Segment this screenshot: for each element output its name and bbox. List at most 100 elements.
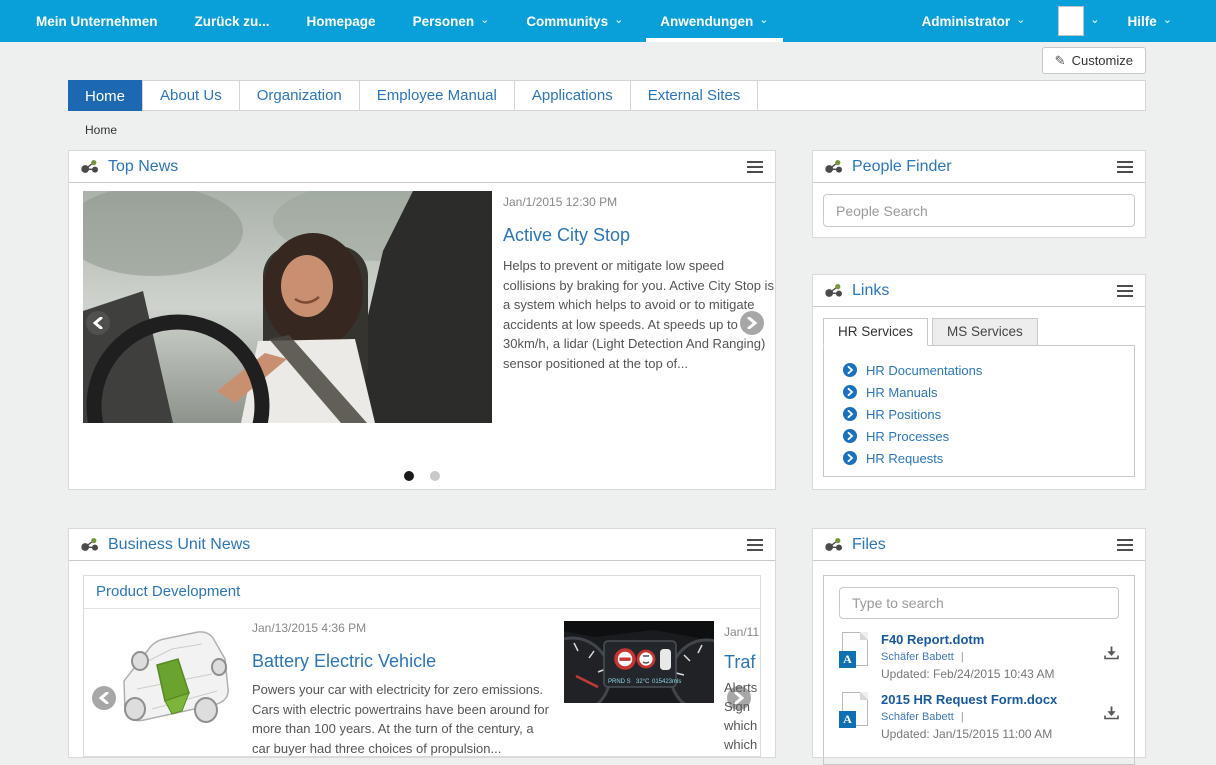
tab-about-us[interactable]: About Us <box>143 81 240 110</box>
tab-home[interactable]: Home <box>68 80 143 111</box>
portlet-title: Business Unit News <box>108 536 250 554</box>
article-title-link[interactable]: Traf <box>724 653 761 672</box>
link-hr-processes[interactable]: HR Processes <box>843 425 1134 447</box>
nav-item-communitys[interactable]: Communitys⌄ <box>526 0 623 42</box>
document-file-icon: A <box>839 632 869 668</box>
file-author-link[interactable]: Schäfer Babett <box>881 651 954 663</box>
hamburger-icon <box>747 539 763 551</box>
hamburger-icon <box>1117 539 1133 551</box>
link-hr-requests[interactable]: HR Requests <box>843 447 1134 469</box>
portlet-title: People Finder <box>852 158 952 176</box>
site-tab-bar: Home About Us Organization Employee Manu… <box>68 80 1146 111</box>
links-tab-bar: HR Services MS Services <box>823 318 1135 346</box>
top-news-carousel: Jan/1/2015 12:30 PM Active City Stop Hel… <box>69 183 775 489</box>
business-article-1: Jan/13/2015 4:36 PM Battery Electric Veh… <box>252 621 552 757</box>
link-hr-documentations[interactable]: HR Documentations <box>843 359 1134 381</box>
portlet-menu-button[interactable] <box>747 539 763 551</box>
top-news-header: Top News <box>69 151 775 183</box>
user-menu: ⌄ <box>1058 6 1099 36</box>
share-network-icon <box>825 537 842 552</box>
article-title-link[interactable]: Battery Electric Vehicle <box>252 651 552 672</box>
portlet-people-finder: People Finder <box>812 150 1146 238</box>
chevron-down-icon: ⌄ <box>1163 13 1172 26</box>
chevron-down-icon: ⌄ <box>1090 13 1099 26</box>
file-name-link[interactable]: 2015 HR Request Form.docx <box>881 692 1104 707</box>
carousel-prev-button[interactable] <box>86 311 110 335</box>
chevron-left-icon <box>99 692 109 704</box>
nav-item-mein-unternehmen[interactable]: Mein Unternehmen <box>36 0 158 42</box>
pencil-icon: ✎ <box>1055 53 1066 69</box>
files-search-input[interactable] <box>839 587 1119 619</box>
links-header: Links <box>813 275 1145 307</box>
file-type-letter: A <box>839 651 856 668</box>
portlet-links: Links HR Services MS Services HR Documen… <box>812 274 1146 490</box>
circle-arrow-icon <box>843 407 857 421</box>
news-photo-dashboard: PRND S 32°C 015423mls <box>564 621 714 703</box>
carousel-dot-2[interactable] <box>430 471 440 481</box>
nav-right-group: Administrator⌄ ⌄ Hilfe⌄ <box>922 0 1172 42</box>
hamburger-icon <box>1117 161 1133 173</box>
nav-item-zurueck-zu[interactable]: Zurück zu... <box>195 0 270 42</box>
people-search-input[interactable] <box>823 194 1135 227</box>
tab-ms-services[interactable]: MS Services <box>932 318 1038 346</box>
article-body-line: which <box>724 735 761 754</box>
separator: | <box>961 651 964 663</box>
portlet-top-news: Top News <box>68 150 776 490</box>
top-navigation-bar: Mein Unternehmen Zurück zu... Homepage P… <box>0 0 1216 42</box>
carousel-prev-button[interactable] <box>92 686 116 710</box>
chevron-right-icon <box>747 317 757 329</box>
nav-item-homepage[interactable]: Homepage <box>307 0 376 42</box>
download-icon <box>1104 706 1119 720</box>
dashboard-illustration: PRND S 32°C 015423mls <box>564 621 714 703</box>
article-body: Powers your car with electricity for zer… <box>252 680 552 757</box>
tab-organization[interactable]: Organization <box>240 81 360 110</box>
portlet-menu-button[interactable] <box>1117 285 1133 297</box>
article-title-link[interactable]: Active City Stop <box>503 225 775 246</box>
link-hr-manuals[interactable]: HR Manuals <box>843 381 1134 403</box>
tab-applications[interactable]: Applications <box>515 81 631 110</box>
download-button[interactable] <box>1104 706 1119 725</box>
download-button[interactable] <box>1104 646 1119 665</box>
portlet-business-unit-news: Business Unit News Product Development J… <box>68 528 776 758</box>
chevron-left-icon <box>93 317 103 329</box>
news-photo-illustration <box>83 191 492 423</box>
portlet-menu-button[interactable] <box>1117 539 1133 551</box>
nav-item-hilfe[interactable]: Hilfe⌄ <box>1128 0 1172 42</box>
people-finder-header: People Finder <box>813 151 1145 183</box>
file-updated: Updated: Jan/15/2015 11:00 AM <box>881 727 1104 741</box>
file-row: A F40 Report.dotm Schäfer Babett | Updat… <box>839 632 1119 681</box>
tab-employee-manual[interactable]: Employee Manual <box>360 81 515 110</box>
business-unit-news-section: Product Development Jan/13/2015 4:36 PM … <box>83 575 761 757</box>
file-author-link[interactable]: Schäfer Babett <box>881 711 954 723</box>
download-icon <box>1104 646 1119 660</box>
news-photo-xray-car <box>102 619 234 733</box>
user-avatar[interactable] <box>1058 6 1084 36</box>
section-title: Product Development <box>84 576 760 609</box>
breadcrumb[interactable]: Home <box>85 123 117 137</box>
dashboard-label-2: 32°C <box>636 679 650 685</box>
customize-button[interactable]: ✎ Customize <box>1042 47 1146 74</box>
portlet-menu-button[interactable] <box>747 161 763 173</box>
nav-item-administrator[interactable]: Administrator⌄ <box>922 0 1026 42</box>
file-updated: Updated: Feb/24/2015 10:43 AM <box>881 667 1104 681</box>
tab-hr-services[interactable]: HR Services <box>823 318 928 346</box>
carousel-dot-1[interactable] <box>404 471 414 481</box>
share-network-icon <box>81 537 98 552</box>
links-list: HR Documentations HR Manuals HR Position… <box>823 345 1135 477</box>
portlet-title: Files <box>852 536 886 554</box>
carousel-next-button[interactable] <box>727 686 751 710</box>
chevron-down-icon: ⌄ <box>759 13 768 26</box>
carousel-dots <box>69 471 775 481</box>
carousel-next-button[interactable] <box>740 311 764 335</box>
portlet-files: Files A F40 Report.dotm Schäfer Babett |… <box>812 528 1146 758</box>
link-hr-positions[interactable]: HR Positions <box>843 403 1134 425</box>
portlet-menu-button[interactable] <box>1117 161 1133 173</box>
share-network-icon <box>825 283 842 298</box>
top-news-article: Jan/1/2015 12:30 PM Active City Stop Hel… <box>503 195 775 373</box>
nav-item-personen[interactable]: Personen⌄ <box>413 0 490 42</box>
files-header: Files <box>813 529 1145 561</box>
file-name-link[interactable]: F40 Report.dotm <box>881 632 1104 647</box>
tab-external-sites[interactable]: External Sites <box>631 81 759 110</box>
portlet-title: Top News <box>108 158 178 176</box>
nav-item-anwendungen[interactable]: Anwendungen⌄ <box>660 0 768 42</box>
